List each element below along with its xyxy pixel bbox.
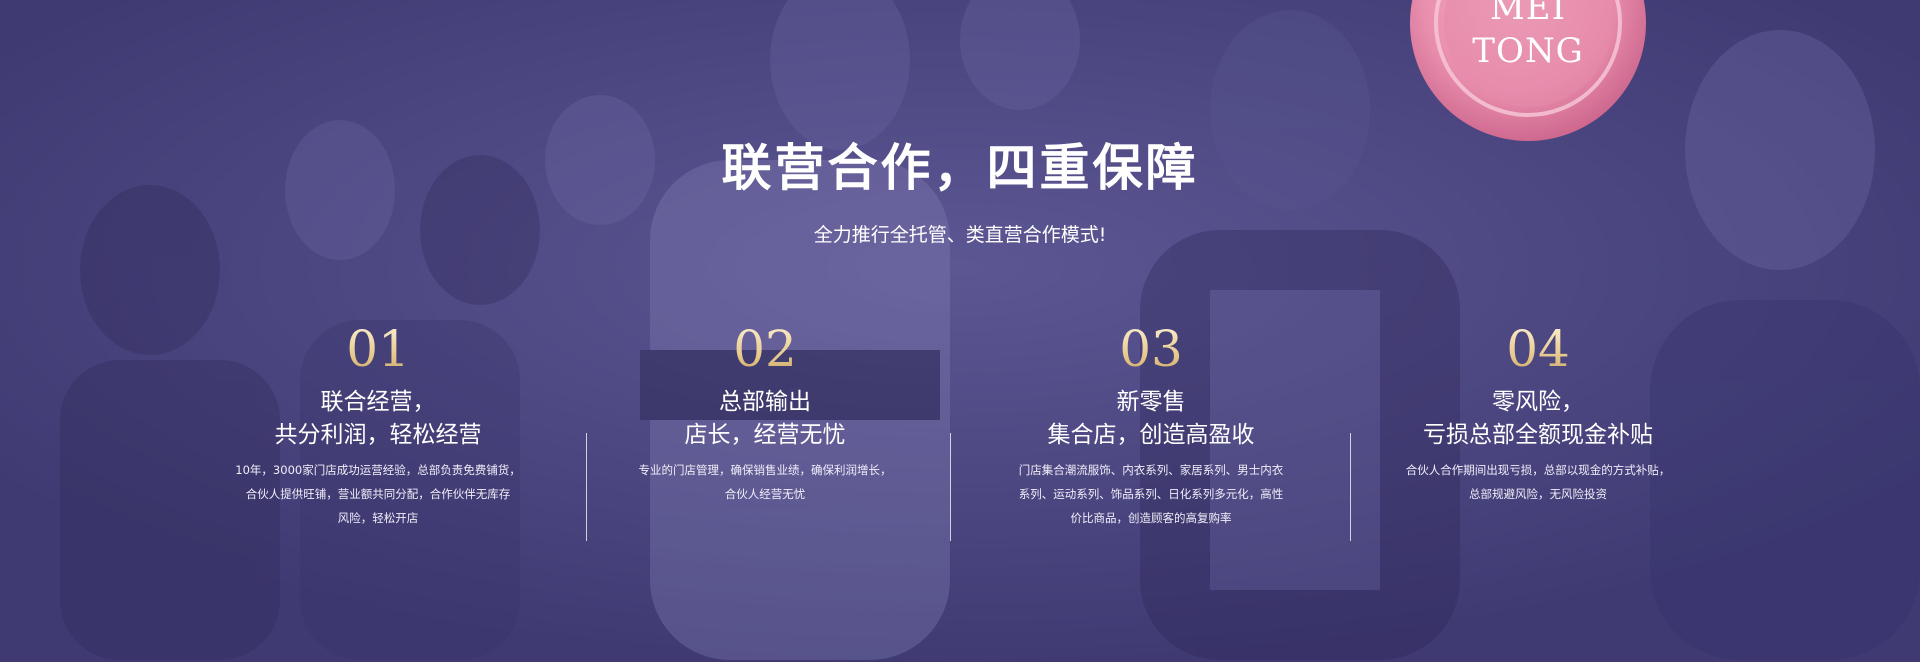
feature-card-4: 04 零风险， 亏损总部全额现金补贴 合伙人合作期间出现亏损，总部以现金的方式补… <box>1338 318 1738 506</box>
page-title: 联营合作，四重保障 <box>721 138 1199 197</box>
feature-description-line: 风险，轻松开店 <box>337 511 419 525</box>
feature-description-line: 总部规避风险，无风险投资 <box>1469 487 1607 501</box>
feature-number: 03 <box>951 318 1351 386</box>
feature-description-line: 合伙人提供旺铺，营业额共同分配，合作伙伴无库存 <box>245 487 511 501</box>
feature-description-line: 合伙人合作期间出现亏损，总部以现金的方式补贴， <box>1405 463 1671 477</box>
feature-number: 01 <box>178 318 578 386</box>
feature-heading-line1: 零风险， <box>1492 389 1584 415</box>
feature-heading-line1: 联合经营， <box>320 389 436 415</box>
seal-text-line1: MEI <box>1489 0 1567 28</box>
partnership-banner: MEI TONG 联营合作，四重保障 全力推行全托管、类直营合作模式! 01 联… <box>0 0 1920 668</box>
feature-heading-line2: 亏损总部全额现金补贴 <box>1423 422 1653 448</box>
feature-heading-line1: 总部输出 <box>719 389 811 415</box>
feature-description-line: 专业的门店管理，确保销售业绩，确保利润增长， <box>638 463 892 477</box>
brand-seal: MEI TONG <box>1378 0 1678 148</box>
feature-description-line: 合伙人经营无忧 <box>724 487 806 501</box>
feature-heading-line1: 新零售 <box>1116 389 1186 415</box>
feature-heading-line2: 共分利润，轻松经营 <box>274 422 482 448</box>
feature-description: 门店集合潮流服饰、内衣系列、家居系列、男士内衣 系列、运动系列、饰品系列、日化系… <box>951 458 1351 530</box>
feature-description-line: 门店集合潮流服饰、内衣系列、家居系列、男士内衣 <box>1018 463 1284 477</box>
feature-number: 04 <box>1338 318 1738 386</box>
feature-number: 02 <box>565 318 965 386</box>
feature-description-line: 价比商品，创造顾客的高复购率 <box>1070 511 1232 525</box>
feature-heading-line2: 店长，经营无忧 <box>684 422 846 448</box>
bottom-border <box>0 662 1920 668</box>
feature-card-1: 01 联合经营， 共分利润，轻松经营 10年，3000家门店成功运营经验，总部负… <box>178 318 578 530</box>
feature-heading-line2: 集合店，创造高盈收 <box>1047 422 1255 448</box>
page-subtitle: 全力推行全托管、类直营合作模式! <box>813 224 1107 246</box>
feature-description: 10年，3000家门店成功运营经验，总部负责免费铺货， 合伙人提供旺铺，营业额共… <box>178 458 578 530</box>
feature-card-2: 02 总部输出 店长，经营无忧 专业的门店管理，确保销售业绩，确保利润增长， 合… <box>565 318 965 506</box>
feature-description: 专业的门店管理，确保销售业绩，确保利润增长， 合伙人经营无忧 <box>565 458 965 506</box>
feature-description-line: 系列、运动系列、饰品系列、日化系列多元化，高性 <box>1018 487 1284 501</box>
seal-text-line2: TONG <box>1472 31 1584 71</box>
feature-card-3: 03 新零售 集合店，创造高盈收 门店集合潮流服饰、内衣系列、家居系列、男士内衣… <box>951 318 1351 530</box>
feature-description-line: 10年，3000家门店成功运营经验，总部负责免费铺货， <box>235 463 521 477</box>
feature-description: 合伙人合作期间出现亏损，总部以现金的方式补贴， 总部规避风险，无风险投资 <box>1338 458 1738 506</box>
